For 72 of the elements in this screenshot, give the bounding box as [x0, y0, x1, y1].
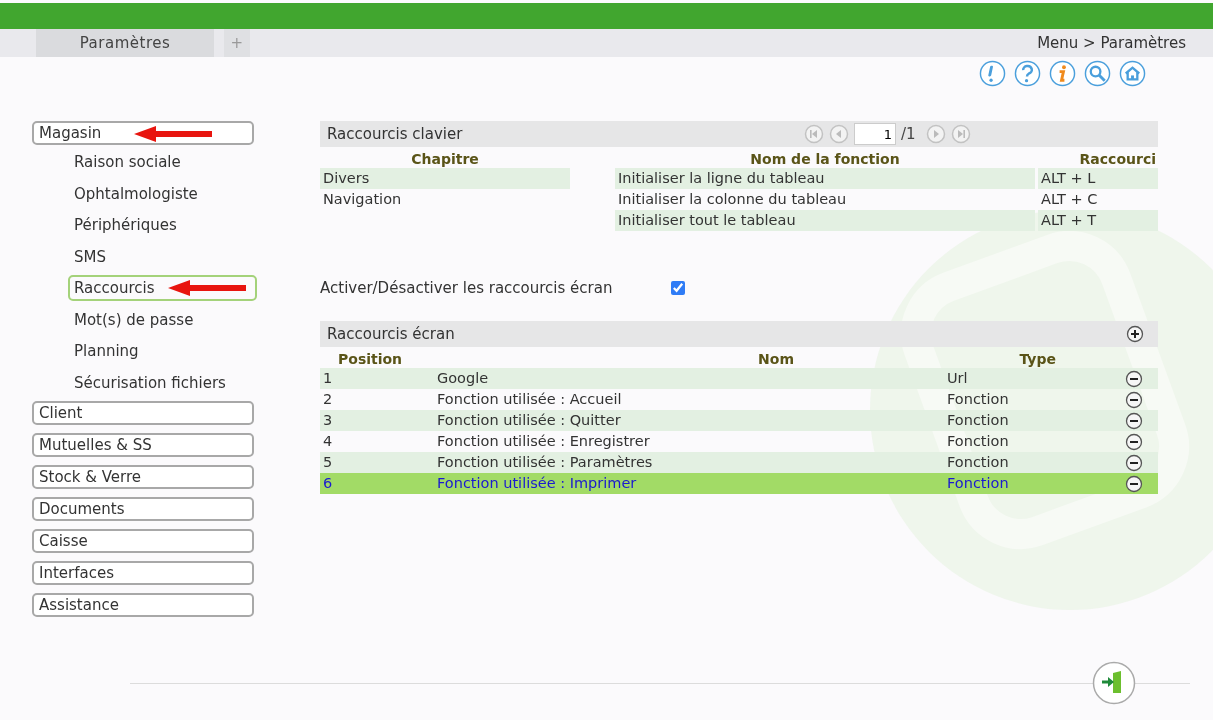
table-cell: Fonction: [944, 410, 1094, 431]
table-cell-text: Fonction utilisée : Accueil: [436, 390, 623, 409]
tab[interactable]: Paramètres: [36, 29, 214, 57]
table-cell: Fonction utilisée : Imprimer: [434, 473, 944, 494]
sidebar-group[interactable]: Interfaces: [32, 561, 254, 585]
remove-icon[interactable]: [1125, 411, 1143, 430]
sidebar-group[interactable]: Assistance: [32, 593, 254, 617]
table-cell: Url: [944, 368, 1094, 389]
info-icon[interactable]: [1049, 60, 1076, 87]
home-icon[interactable]: [1119, 60, 1146, 87]
table-cell-text: Navigation: [322, 190, 403, 209]
pager-next-icon[interactable]: [925, 124, 946, 144]
sidebar-item[interactable]: Planning: [68, 338, 145, 364]
sidebar-item[interactable]: Périphériques: [68, 212, 183, 238]
sidebar-item[interactable]: Ophtalmologiste: [68, 180, 204, 207]
table-cell: Fonction utilisée : Paramètres: [434, 452, 944, 473]
table-cell: ALT + T: [1038, 210, 1158, 231]
checkbox[interactable]: [671, 281, 685, 295]
table-cell: Fonction: [944, 473, 1094, 494]
page-input[interactable]: 1: [854, 123, 896, 145]
column-header: Position: [337, 351, 404, 368]
exit-door-icon[interactable]: [1092, 661, 1136, 705]
panel-title: Raccourcis écran: [327, 325, 455, 343]
table-cell: 1: [320, 368, 434, 389]
table-cell-text: Initialiser la colonne du tableau: [617, 190, 848, 209]
column-header: Nom: [757, 351, 795, 368]
sidebar-item[interactable]: Mot(s) de passe: [68, 306, 200, 333]
table-cell: ALT + L: [1038, 168, 1158, 189]
sidebar-item[interactable]: Raccourcis: [68, 275, 257, 301]
remove-icon[interactable]: [1125, 453, 1143, 472]
help-icon[interactable]: [1014, 60, 1041, 87]
table-cell-text: 4: [322, 432, 334, 451]
sidebar-item[interactable]: SMS: [68, 243, 112, 270]
toggle-label: Activer/Désactiver les raccourcis écran: [320, 279, 614, 297]
panel-title: Raccourcis clavier: [327, 125, 463, 143]
remove-icon[interactable]: [1125, 432, 1143, 451]
column-header: Nom de la fonction: [749, 151, 901, 168]
column-header: Type: [1018, 351, 1057, 368]
sidebar-item[interactable]: Raison sociale: [68, 149, 187, 175]
sidebar-group[interactable]: Client: [32, 401, 254, 425]
table-cell: Divers: [320, 168, 570, 189]
add-icon[interactable]: [1126, 325, 1144, 343]
pager-last-icon[interactable]: [950, 124, 971, 144]
table-cell-text: ALT + C: [1040, 190, 1099, 209]
sidebar-group[interactable]: Mutuelles & SS: [32, 433, 254, 457]
remove-icon[interactable]: [1125, 390, 1143, 409]
remove-icon[interactable]: [1125, 474, 1143, 493]
table-cell: Fonction utilisée : Quitter: [434, 410, 944, 431]
table-cell-text: Fonction utilisée : Enregistrer: [436, 432, 651, 451]
table-cell: 5: [320, 452, 434, 473]
table-cell-text: Fonction: [946, 432, 1010, 451]
sidebar-group[interactable]: Magasin: [32, 121, 254, 145]
pager-previous-icon[interactable]: [829, 124, 849, 144]
column-header: Chapitre: [410, 151, 480, 168]
table-cell: Initialiser la ligne du tableau: [615, 168, 1035, 189]
table-cell: 6: [320, 473, 434, 494]
table-cell: Initialiser tout le tableau: [615, 210, 1035, 231]
table-cell: 3: [320, 410, 434, 431]
page-total: /1: [901, 125, 916, 143]
table-cell-text: 2: [322, 390, 334, 409]
table-cell: Google: [434, 368, 944, 389]
table-cell-text: Fonction: [946, 390, 1010, 409]
alert-icon[interactable]: [979, 60, 1006, 87]
column-header: Raccourci: [1078, 151, 1157, 168]
sidebar-group[interactable]: Caisse: [32, 529, 254, 553]
sidebar-group[interactable]: Stock & Verre: [32, 465, 254, 489]
remove-icon[interactable]: [1125, 369, 1143, 388]
pager-first-icon[interactable]: [804, 124, 824, 144]
sidebar-group[interactable]: Documents: [32, 497, 254, 521]
table-cell: Fonction: [944, 452, 1094, 473]
breadcrumb: Menu > Paramètres: [1037, 34, 1186, 52]
sidebar-item[interactable]: Sécurisation fichiers: [68, 369, 232, 396]
